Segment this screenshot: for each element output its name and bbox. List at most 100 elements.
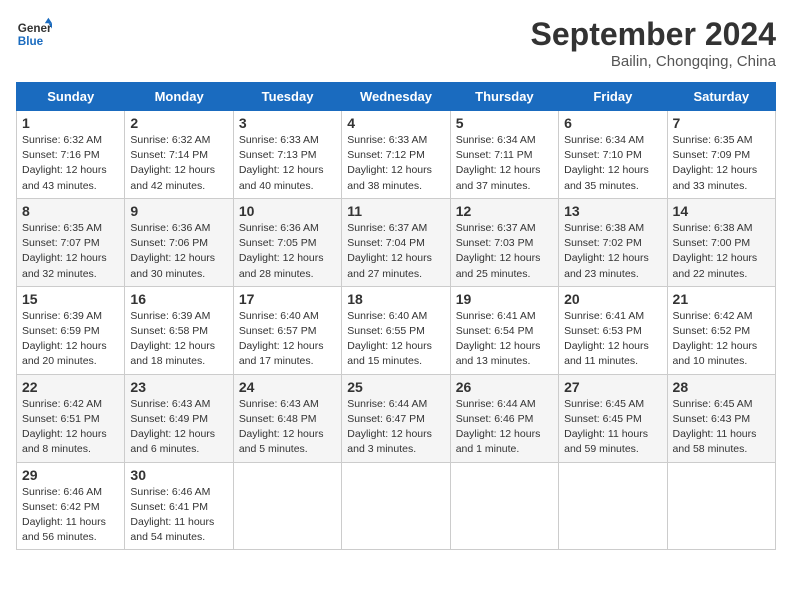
table-row: 10Sunrise: 6:36 AM Sunset: 7:05 PM Dayli… [233, 198, 341, 286]
table-row: 17 Sunrise: 6:40 AM Sunset: 6:57 PM Dayli… [233, 286, 341, 374]
table-row: 16Sunrise: 6:39 AM Sunset: 6:58 PM Dayli… [125, 286, 233, 374]
table-row: 11 Sunrise: 6:37 AM Sunset: 7:04 PM Dayli… [342, 198, 450, 286]
day-info: Sunrise: 6:40 AM Sunset: 6:55 PM Dayligh… [347, 309, 444, 370]
day-info: Sunrise: 6:37 AM Sunset: 7:04 PM Dayligh… [347, 221, 444, 282]
day-info: Sunrise: 6:35 AM Sunset: 7:07 PM Dayligh… [22, 221, 119, 282]
table-row: 6Sunrise: 6:34 AM Sunset: 7:10 PM Daylig… [559, 111, 667, 199]
day-info: Sunrise: 6:39 AM Sunset: 6:58 PM Dayligh… [130, 309, 227, 370]
day-number: 2 [130, 115, 227, 131]
table-row: 1Sunrise: 6:32 AM Sunset: 7:16 PM Daylig… [17, 111, 125, 199]
day-info: Sunrise: 6:42 AM Sunset: 6:52 PM Dayligh… [673, 309, 770, 370]
col-tuesday: Tuesday [233, 83, 341, 111]
day-info: Sunrise: 6:35 AM Sunset: 7:09 PM Dayligh… [673, 133, 770, 194]
table-row: 14 Sunrise: 6:38 AM Sunset: 7:00 PM Dayli… [667, 198, 775, 286]
table-row: 18Sunrise: 6:40 AM Sunset: 6:55 PM Dayli… [342, 286, 450, 374]
day-number: 23 [130, 379, 227, 395]
day-number: 21 [673, 291, 770, 307]
day-info: Sunrise: 6:34 AM Sunset: 7:11 PM Dayligh… [456, 133, 553, 194]
col-thursday: Thursday [450, 83, 558, 111]
table-row: 9 Sunrise: 6:36 AM Sunset: 7:06 PM Daylig… [125, 198, 233, 286]
calendar-row: 29Sunrise: 6:46 AM Sunset: 6:42 PM Dayli… [17, 462, 776, 550]
table-row: 19 Sunrise: 6:41 AM Sunset: 6:54 PM Dayli… [450, 286, 558, 374]
day-info: Sunrise: 6:41 AM Sunset: 6:53 PM Dayligh… [564, 309, 661, 370]
day-info: Sunrise: 6:36 AM Sunset: 7:06 PM Dayligh… [130, 221, 227, 282]
col-sunday: Sunday [17, 83, 125, 111]
table-row: 7 Sunrise: 6:35 AM Sunset: 7:09 PM Daylig… [667, 111, 775, 199]
table-row: 20 Sunrise: 6:41 AM Sunset: 6:53 PM Dayli… [559, 286, 667, 374]
day-number: 13 [564, 203, 661, 219]
day-number: 26 [456, 379, 553, 395]
table-row: 29Sunrise: 6:46 AM Sunset: 6:42 PM Dayli… [17, 462, 125, 550]
table-row: 3 Sunrise: 6:33 AM Sunset: 7:13 PM Daylig… [233, 111, 341, 199]
day-info: Sunrise: 6:45 AM Sunset: 6:45 PM Dayligh… [564, 397, 661, 458]
table-row: 15Sunrise: 6:39 AM Sunset: 6:59 PM Dayli… [17, 286, 125, 374]
table-row: 26 Sunrise: 6:44 AM Sunset: 6:46 PM Dayli… [450, 374, 558, 462]
day-info: Sunrise: 6:41 AM Sunset: 6:54 PM Dayligh… [456, 309, 553, 370]
col-saturday: Saturday [667, 83, 775, 111]
day-info: Sunrise: 6:43 AM Sunset: 6:49 PM Dayligh… [130, 397, 227, 458]
table-row [667, 462, 775, 550]
day-number: 28 [673, 379, 770, 395]
day-number: 9 [130, 203, 227, 219]
day-info: Sunrise: 6:40 AM Sunset: 6:57 PM Dayligh… [239, 309, 336, 370]
day-number: 4 [347, 115, 444, 131]
day-number: 15 [22, 291, 119, 307]
table-row: 12 Sunrise: 6:37 AM Sunset: 7:03 PM Dayli… [450, 198, 558, 286]
day-info: Sunrise: 6:34 AM Sunset: 7:10 PM Dayligh… [564, 133, 661, 194]
day-info: Sunrise: 6:37 AM Sunset: 7:03 PM Dayligh… [456, 221, 553, 282]
day-number: 7 [673, 115, 770, 131]
day-number: 12 [456, 203, 553, 219]
day-info: Sunrise: 6:46 AM Sunset: 6:41 PM Dayligh… [130, 485, 227, 546]
day-number: 20 [564, 291, 661, 307]
day-info: Sunrise: 6:38 AM Sunset: 7:02 PM Dayligh… [564, 221, 661, 282]
table-row: 4 Sunrise: 6:33 AM Sunset: 7:12 PM Daylig… [342, 111, 450, 199]
col-monday: Monday [125, 83, 233, 111]
day-number: 22 [22, 379, 119, 395]
calendar-row: 1Sunrise: 6:32 AM Sunset: 7:16 PM Daylig… [17, 111, 776, 199]
table-row: 28 Sunrise: 6:45 AM Sunset: 6:43 PM Dayli… [667, 374, 775, 462]
table-row [559, 462, 667, 550]
day-number: 11 [347, 203, 444, 219]
day-number: 3 [239, 115, 336, 131]
col-friday: Friday [559, 83, 667, 111]
day-number: 17 [239, 291, 336, 307]
header-row: Sunday Monday Tuesday Wednesday Thursday… [17, 83, 776, 111]
calendar-table: Sunday Monday Tuesday Wednesday Thursday… [16, 82, 776, 550]
day-number: 24 [239, 379, 336, 395]
day-info: Sunrise: 6:42 AM Sunset: 6:51 PM Dayligh… [22, 397, 119, 458]
table-row: 13 Sunrise: 6:38 AM Sunset: 7:02 PM Dayli… [559, 198, 667, 286]
day-number: 19 [456, 291, 553, 307]
calendar-title: September 2024 [531, 16, 776, 53]
calendar-row: 22 Sunrise: 6:42 AM Sunset: 6:51 PM Dayli… [17, 374, 776, 462]
day-number: 25 [347, 379, 444, 395]
day-info: Sunrise: 6:44 AM Sunset: 6:46 PM Dayligh… [456, 397, 553, 458]
table-row [342, 462, 450, 550]
day-number: 30 [130, 467, 227, 483]
logo: General Blue [16, 16, 52, 52]
col-wednesday: Wednesday [342, 83, 450, 111]
day-info: Sunrise: 6:38 AM Sunset: 7:00 PM Dayligh… [673, 221, 770, 282]
day-number: 1 [22, 115, 119, 131]
day-info: Sunrise: 6:46 AM Sunset: 6:42 PM Dayligh… [22, 485, 119, 546]
table-row: 2Sunrise: 6:32 AM Sunset: 7:14 PM Daylig… [125, 111, 233, 199]
table-row: 23 Sunrise: 6:43 AM Sunset: 6:49 PM Dayli… [125, 374, 233, 462]
day-info: Sunrise: 6:45 AM Sunset: 6:43 PM Dayligh… [673, 397, 770, 458]
day-info: Sunrise: 6:36 AM Sunset: 7:05 PM Dayligh… [239, 221, 336, 282]
table-row: 21 Sunrise: 6:42 AM Sunset: 6:52 PM Dayli… [667, 286, 775, 374]
day-number: 14 [673, 203, 770, 219]
day-info: Sunrise: 6:33 AM Sunset: 7:12 PM Dayligh… [347, 133, 444, 194]
day-info: Sunrise: 6:33 AM Sunset: 7:13 PM Dayligh… [239, 133, 336, 194]
table-row: 27Sunrise: 6:45 AM Sunset: 6:45 PM Dayli… [559, 374, 667, 462]
calendar-subtitle: Bailin, Chongqing, China [531, 53, 776, 70]
table-row: 30 Sunrise: 6:46 AM Sunset: 6:41 PM Dayli… [125, 462, 233, 550]
svg-text:Blue: Blue [18, 35, 44, 48]
day-info: Sunrise: 6:44 AM Sunset: 6:47 PM Dayligh… [347, 397, 444, 458]
table-row: 22 Sunrise: 6:42 AM Sunset: 6:51 PM Dayli… [17, 374, 125, 462]
day-info: Sunrise: 6:43 AM Sunset: 6:48 PM Dayligh… [239, 397, 336, 458]
svg-text:General: General [18, 22, 52, 35]
calendar-row: 8Sunrise: 6:35 AM Sunset: 7:07 PM Daylig… [17, 198, 776, 286]
table-row: 5 Sunrise: 6:34 AM Sunset: 7:11 PM Daylig… [450, 111, 558, 199]
day-number: 5 [456, 115, 553, 131]
title-block: September 2024 Bailin, Chongqing, China [531, 16, 776, 70]
table-row [450, 462, 558, 550]
